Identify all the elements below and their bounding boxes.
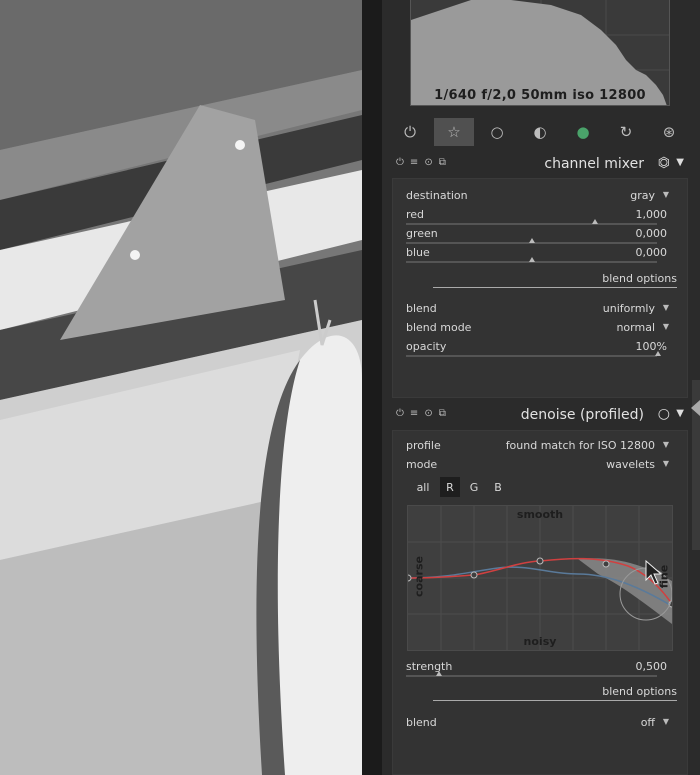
graph-left-label: coarse bbox=[412, 556, 426, 597]
mode-select[interactable]: mode wavelets ▼ bbox=[406, 456, 669, 474]
wavelet-curve bbox=[408, 506, 672, 650]
divider bbox=[433, 287, 677, 288]
blend-select[interactable]: blend uniformly ▼ bbox=[406, 300, 669, 318]
dropdown-icon: ▼ bbox=[662, 717, 669, 726]
blend-select[interactable]: blend off ▼ bbox=[406, 714, 669, 732]
wavelet-graph[interactable]: smooth noisy coarse fine bbox=[407, 505, 673, 651]
slider-marker[interactable] bbox=[655, 351, 661, 356]
histogram[interactable]: 1/640 f/2,0 50mm iso 12800 bbox=[410, 0, 670, 106]
presets-icon[interactable]: ○ bbox=[658, 406, 670, 422]
dropdown-icon: ▼ bbox=[662, 303, 669, 312]
power-icon[interactable]: ⏻ bbox=[396, 157, 404, 168]
channel-mixer-body: destination gray ▼ red 1,000 green 0,000… bbox=[392, 178, 688, 398]
instance-icon[interactable]: ⧉ bbox=[439, 157, 446, 168]
collapse-panel-icon[interactable] bbox=[691, 400, 700, 416]
slider-track bbox=[406, 355, 657, 357]
tab-r[interactable]: R bbox=[440, 477, 460, 497]
blend-options-label[interactable]: blend options bbox=[602, 685, 677, 698]
tone-icon[interactable]: ◐ bbox=[520, 118, 560, 146]
tab-b[interactable]: B bbox=[488, 477, 508, 497]
collapse-icon[interactable]: ▼ bbox=[676, 157, 684, 168]
menu-icon[interactable]: ≡ bbox=[410, 408, 418, 419]
exif-info: 1/640 f/2,0 50mm iso 12800 bbox=[434, 88, 646, 103]
tab-all[interactable]: all bbox=[413, 477, 433, 497]
collapse-icon[interactable]: ▼ bbox=[676, 408, 684, 419]
reset-icon[interactable]: ⊙ bbox=[424, 408, 432, 419]
slider-marker[interactable] bbox=[529, 257, 535, 262]
power-icon[interactable]: ⏻ bbox=[390, 118, 430, 146]
tab-g[interactable]: G bbox=[464, 477, 484, 497]
strength-slider[interactable]: strength 0,500 bbox=[406, 658, 667, 677]
module-title: channel mixer bbox=[544, 156, 644, 172]
slider-track bbox=[406, 675, 657, 677]
blue-slider[interactable]: blue 0,000 bbox=[406, 244, 667, 263]
power-icon[interactable]: ⏻ bbox=[396, 408, 404, 419]
module-groups: ⏻ ☆ ○ ◐ ● ↻ ⊛ bbox=[390, 118, 690, 148]
dropdown-icon: ▼ bbox=[662, 322, 669, 331]
correct-icon[interactable]: ↻ bbox=[606, 118, 646, 146]
reset-icon[interactable]: ⊙ bbox=[424, 157, 432, 168]
menu-icon[interactable]: ≡ bbox=[410, 157, 418, 168]
channel-tabs: all R G B bbox=[413, 477, 533, 497]
dropdown-icon: ▼ bbox=[662, 190, 669, 199]
presets-icon[interactable]: ⏣ bbox=[658, 155, 670, 171]
green-slider[interactable]: green 0,000 bbox=[406, 225, 667, 244]
red-slider[interactable]: red 1,000 bbox=[406, 206, 667, 225]
slider-marker[interactable] bbox=[436, 671, 442, 676]
effect-icon[interactable]: ⊛ bbox=[649, 118, 689, 146]
dropdown-icon: ▼ bbox=[662, 440, 669, 449]
destination-select[interactable]: destination gray ▼ bbox=[406, 187, 669, 205]
image-preview[interactable] bbox=[0, 0, 362, 775]
graph-right-label: fine bbox=[657, 564, 671, 589]
dropdown-icon: ▼ bbox=[662, 459, 669, 468]
instance-icon[interactable]: ⧉ bbox=[439, 408, 446, 419]
photo-canvas bbox=[0, 0, 362, 775]
opacity-slider[interactable]: opacity 100% bbox=[406, 338, 667, 357]
panel-gutter bbox=[362, 0, 382, 775]
star-icon[interactable]: ☆ bbox=[434, 118, 474, 146]
color-icon[interactable]: ● bbox=[563, 118, 603, 146]
blend-options-label[interactable]: blend options bbox=[602, 272, 677, 285]
graph-top-label: smooth bbox=[516, 508, 564, 521]
module-header-icons: ⏻ ≡ ⊙ ⧉ bbox=[396, 157, 446, 168]
channel-mixer-header[interactable]: ⏻ ≡ ⊙ ⧉ channel mixer ⏣ ▼ bbox=[390, 152, 690, 178]
blend-mode-select[interactable]: blend mode normal ▼ bbox=[406, 319, 669, 337]
divider bbox=[433, 700, 677, 701]
module-title: denoise (profiled) bbox=[520, 407, 644, 423]
profile-select[interactable]: profile found match for ISO 12800 ▼ bbox=[406, 437, 669, 455]
denoise-body: profile found match for ISO 12800 ▼ mode… bbox=[392, 430, 688, 775]
slider-marker[interactable] bbox=[592, 219, 598, 224]
circle-icon[interactable]: ○ bbox=[477, 118, 517, 146]
slider-marker[interactable] bbox=[529, 238, 535, 243]
graph-bottom-label: noisy bbox=[523, 635, 557, 648]
denoise-header[interactable]: ⏻ ≡ ⊙ ⧉ denoise (profiled) ○ ▼ bbox=[390, 403, 690, 429]
module-header-icons: ⏻ ≡ ⊙ ⧉ bbox=[396, 408, 446, 419]
